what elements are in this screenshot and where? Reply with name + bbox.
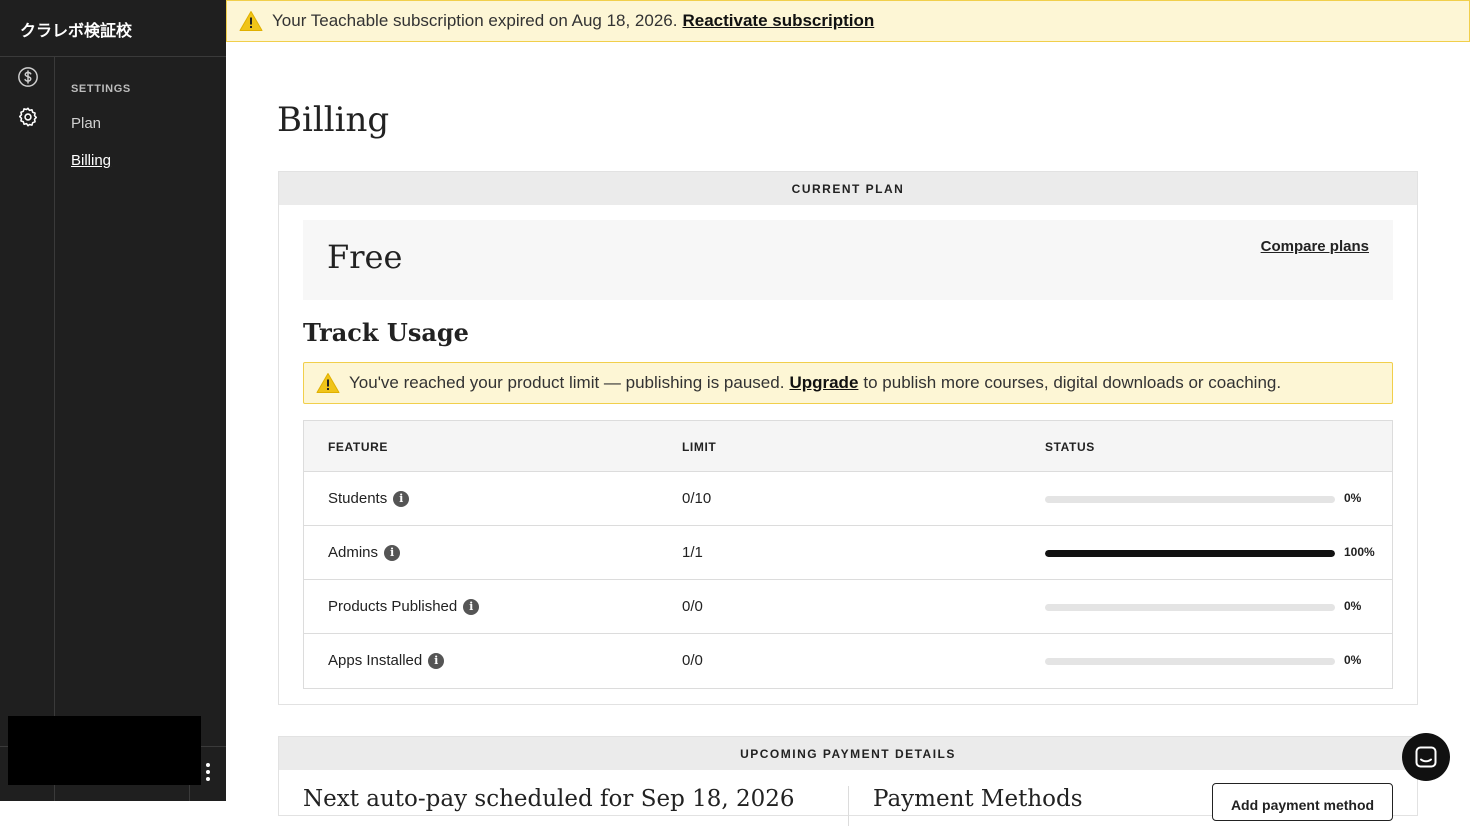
feature-cell: Admins i	[328, 544, 401, 561]
icon-rail	[0, 57, 55, 801]
usage-progress-bar	[1045, 496, 1335, 503]
school-name[interactable]: クラレボ検証校	[20, 17, 132, 41]
chat-launcher-button[interactable]	[1402, 733, 1450, 781]
current-plan-header: CURRENT PLAN	[279, 172, 1417, 205]
sidebar-item-plan[interactable]: Plan	[71, 115, 101, 132]
next-autopay-text: Next auto-pay scheduled for Sep 18, 2026	[303, 786, 795, 812]
table-row: Students i 0/10 0%	[304, 472, 1392, 526]
limit-cell: 0/0	[682, 652, 703, 669]
subscription-expired-banner: Your Teachable subscription expired on A…	[226, 0, 1470, 42]
limit-cell: 1/1	[682, 544, 703, 561]
feature-label: Students	[328, 490, 388, 507]
compare-plans-link[interactable]: Compare plans	[1261, 238, 1369, 255]
feature-cell: Students i	[328, 490, 410, 507]
upgrade-link[interactable]: Upgrade	[789, 373, 858, 393]
limit-cell: 0/0	[682, 598, 703, 615]
feature-label: Admins	[328, 544, 379, 561]
usage-progress-bar	[1045, 604, 1335, 611]
upcoming-payment-card: UPCOMING PAYMENT DETAILS Next auto-pay s…	[278, 736, 1418, 826]
add-payment-method-button[interactable]: Add payment method	[1212, 783, 1393, 821]
track-usage-title: Track Usage	[303, 318, 469, 347]
usage-percent: 0%	[1344, 599, 1362, 613]
page-title: Billing	[277, 100, 390, 140]
current-plan-card: CURRENT PLAN Free Compare plans Track Us…	[278, 171, 1418, 705]
usage-percent: 0%	[1344, 491, 1362, 505]
info-icon[interactable]: i	[463, 598, 480, 615]
table-row: Apps Installed i 0/0 0%	[304, 634, 1392, 688]
upcoming-payment-header: UPCOMING PAYMENT DETAILS	[279, 737, 1417, 770]
warning-triangle-icon	[316, 373, 340, 393]
banner-message: Your Teachable subscription expired on A…	[272, 11, 678, 30]
upcoming-payment-body: Next auto-pay scheduled for Sep 18, 2026…	[279, 770, 1417, 826]
feature-label: Products Published	[328, 598, 458, 615]
product-limit-alert: You've reached your product limit — publ…	[303, 362, 1393, 404]
table-header: FEATURE LIMIT STATUS	[304, 421, 1392, 472]
usage-progress-bar	[1045, 658, 1335, 665]
info-icon[interactable]: i	[384, 544, 401, 561]
chat-icon	[1415, 746, 1437, 768]
column-header-limit: LIMIT	[682, 440, 717, 454]
alert-text-before: You've reached your product limit — publ…	[349, 373, 785, 392]
warning-triangle-icon	[239, 11, 263, 31]
settings-heading: SETTINGS	[71, 83, 131, 95]
plan-summary: Free Compare plans	[303, 220, 1393, 300]
usage-progress-bar	[1045, 550, 1335, 557]
column-header-status: STATUS	[1045, 440, 1095, 454]
usage-percent: 100%	[1344, 545, 1375, 559]
more-options-icon[interactable]	[198, 760, 218, 784]
limit-cell: 0/10	[682, 490, 712, 507]
feature-cell: Apps Installed i	[328, 652, 445, 669]
user-profile[interactable]	[8, 716, 201, 785]
sidebar-item-billing[interactable]: Billing	[71, 152, 111, 169]
sidebar: クラレボ検証校 SETTINGS Plan Billing	[0, 0, 226, 801]
gear-icon[interactable]	[16, 105, 40, 129]
table-row: Admins i 1/1 100%	[304, 526, 1392, 580]
payment-methods-title: Payment Methods	[873, 786, 1083, 812]
info-icon[interactable]: i	[428, 652, 445, 669]
plan-name: Free	[327, 238, 403, 276]
usage-percent: 0%	[1344, 653, 1362, 667]
feature-cell: Products Published i	[328, 598, 480, 615]
column-header-feature: FEATURE	[328, 440, 388, 454]
usage-progress-fill	[1045, 550, 1335, 557]
table-row: Products Published i 0/0 0%	[304, 580, 1392, 634]
dollar-circle-icon[interactable]	[16, 65, 40, 89]
usage-table: FEATURE LIMIT STATUS Students i 0/10 0% …	[303, 420, 1393, 689]
reactivate-subscription-link[interactable]: Reactivate subscription	[682, 11, 874, 31]
alert-text-after: to publish more courses, digital downloa…	[863, 373, 1282, 392]
feature-label: Apps Installed	[328, 652, 423, 669]
payment-divider	[848, 786, 849, 826]
info-icon[interactable]: i	[393, 490, 410, 507]
